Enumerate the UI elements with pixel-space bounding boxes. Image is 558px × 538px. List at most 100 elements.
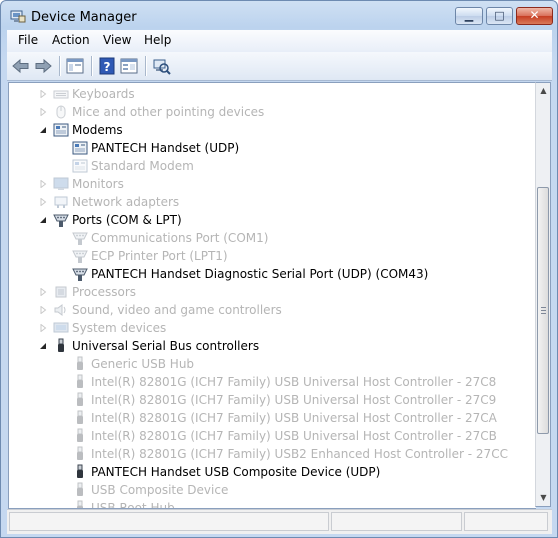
tree-device[interactable]: Intel(R) 82801G (ICH7 Family) USB Univer…	[9, 409, 529, 427]
tree-item-label: Ports (COM & LPT)	[72, 213, 182, 227]
scroll-grip	[541, 310, 546, 311]
tree-item-label: Modems	[72, 123, 123, 137]
tree-device[interactable]: Intel(R) 82801G (ICH7 Family) USB Univer…	[9, 391, 529, 409]
usb-icon	[77, 482, 83, 496]
close-icon: ✕	[529, 8, 540, 22]
tree-item-label: Network adapters	[72, 195, 180, 209]
tree-category[interactable]: Universal Serial Bus controllers	[9, 337, 529, 355]
expanded-arrow-icon[interactable]	[39, 342, 47, 350]
tree-device[interactable]: ECP Printer Port (LPT1)	[9, 247, 529, 265]
tree-item-label: Keyboards	[72, 87, 135, 101]
scroll-grip	[541, 307, 546, 308]
tree-device[interactable]: PANTECH Handset Diagnostic Serial Port (…	[9, 265, 529, 283]
toolbar-separator	[91, 56, 93, 76]
collapsed-arrow-icon[interactable]	[39, 108, 47, 116]
device-tree[interactable]: Keyboards Mice and other pointing devices…	[8, 82, 536, 509]
tree-item-label: Intel(R) 82801G (ICH7 Family) USB Univer…	[91, 375, 497, 389]
modem-icon	[53, 123, 69, 137]
tree-item-label: Communications Port (COM1)	[91, 231, 269, 245]
minimize-icon: ▁	[464, 9, 474, 22]
tree-category[interactable]: Sound, video and game controllers	[9, 301, 529, 319]
tree-item-label: PANTECH Handset (UDP)	[91, 141, 240, 155]
minimize-button[interactable]: ▁	[455, 7, 483, 25]
menu-view[interactable]: View	[103, 33, 131, 47]
tree-device[interactable]: Communications Port (COM1)	[9, 229, 529, 247]
properties-icon[interactable]	[119, 57, 139, 75]
tree-device[interactable]: Standard Modem	[9, 157, 529, 175]
maximize-button[interactable]: □	[486, 7, 513, 25]
back-arrow-icon[interactable]	[11, 57, 31, 75]
status-bar	[7, 509, 552, 534]
menu-file[interactable]: File	[18, 33, 38, 47]
tree-category[interactable]: Monitors	[9, 175, 529, 193]
collapsed-arrow-icon[interactable]	[39, 288, 47, 296]
help-glyph: ?	[104, 60, 111, 74]
device-manager-window: Device Manager ▁ □ ✕ File Action View He…	[0, 0, 558, 538]
network-icon	[54, 196, 68, 208]
menu-action[interactable]: Action	[52, 33, 90, 47]
usb-icon	[77, 410, 83, 424]
collapsed-arrow-icon[interactable]	[39, 180, 47, 188]
status-pane-main	[9, 512, 329, 531]
tree-device[interactable]: Intel(R) 82801G (ICH7 Family) USB2 Enhan…	[9, 445, 529, 463]
title-bar[interactable]: Device Manager ▁ □ ✕	[1, 1, 557, 29]
tree-device[interactable]: PANTECH Handset USB Composite Device (UD…	[9, 463, 529, 481]
tree-device[interactable]: Intel(R) 82801G (ICH7 Family) USB Univer…	[9, 427, 529, 445]
collapsed-arrow-icon[interactable]	[39, 198, 47, 206]
collapsed-arrow-icon[interactable]	[39, 90, 47, 98]
scroll-up-button[interactable]: ▲	[537, 83, 550, 99]
help-icon[interactable]: ?	[97, 57, 117, 75]
usb-icon	[77, 374, 83, 388]
tree-device[interactable]: USB Root Hub	[9, 499, 529, 509]
port-icon	[72, 232, 88, 245]
menu-bar: File Action View Help	[7, 30, 552, 52]
modem-icon	[72, 141, 88, 155]
modem-icon	[72, 159, 88, 173]
tree-item-label: System devices	[72, 321, 167, 335]
tree-item-label: USB Root Hub	[91, 501, 175, 509]
scan-hardware-icon[interactable]	[151, 57, 171, 75]
tree-category[interactable]: Processors	[9, 283, 529, 301]
tree-item-label: USB Composite Device	[91, 483, 229, 497]
collapsed-arrow-icon[interactable]	[39, 324, 47, 332]
tree-category[interactable]: Mice and other pointing devices	[9, 103, 529, 121]
tree-device[interactable]: Generic USB Hub	[9, 355, 529, 373]
tree-device[interactable]: Intel(R) 82801G (ICH7 Family) USB Univer…	[9, 373, 529, 391]
tree-category[interactable]: System devices	[9, 319, 529, 337]
vertical-scrollbar[interactable]: ▲ ▼	[535, 82, 551, 507]
usb-icon	[77, 500, 83, 508]
tree-category[interactable]: Modems	[9, 121, 529, 139]
tree-item-label: ECP Printer Port (LPT1)	[91, 249, 228, 263]
mouse-icon	[56, 105, 66, 119]
expanded-arrow-icon[interactable]	[39, 216, 47, 224]
keyboard-icon	[53, 90, 69, 99]
tree-item-label: Processors	[72, 285, 137, 299]
tree-item-label: Universal Serial Bus controllers	[72, 339, 260, 353]
tree-device[interactable]: PANTECH Handset (UDP)	[9, 139, 529, 157]
tree-category[interactable]: Network adapters	[9, 193, 529, 211]
close-button[interactable]: ✕	[516, 7, 553, 25]
device-manager-icon	[10, 10, 26, 23]
console-tree-icon[interactable]	[65, 57, 85, 75]
scroll-down-button[interactable]: ▼	[537, 490, 550, 506]
scroll-grip	[541, 313, 546, 314]
sound-icon	[54, 304, 66, 316]
tree-category[interactable]: Ports (COM & LPT)	[9, 211, 529, 229]
expanded-arrow-icon[interactable]	[39, 126, 47, 134]
tree-category[interactable]: Keyboards	[9, 85, 529, 103]
tree-item-label: PANTECH Handset Diagnostic Serial Port (…	[91, 267, 429, 281]
scroll-thumb[interactable]	[537, 187, 549, 434]
tree-item-label: Intel(R) 82801G (ICH7 Family) USB Univer…	[91, 429, 497, 443]
tree-item-label: Monitors	[72, 177, 124, 191]
forward-arrow-icon[interactable]	[33, 57, 53, 75]
tree-item-label: Standard Modem	[91, 159, 194, 173]
toolbar-separator	[59, 56, 61, 76]
tree-item-label: Intel(R) 82801G (ICH7 Family) USB2 Enhan…	[91, 447, 508, 461]
tree-item-label: Sound, video and game controllers	[72, 303, 282, 317]
system-icon	[53, 322, 69, 333]
tree-device[interactable]: USB Composite Device	[9, 481, 529, 499]
tree-item-label: Intel(R) 82801G (ICH7 Family) USB Univer…	[91, 393, 497, 407]
status-pane	[464, 512, 548, 531]
menu-help[interactable]: Help	[144, 33, 171, 47]
collapsed-arrow-icon[interactable]	[39, 306, 47, 314]
